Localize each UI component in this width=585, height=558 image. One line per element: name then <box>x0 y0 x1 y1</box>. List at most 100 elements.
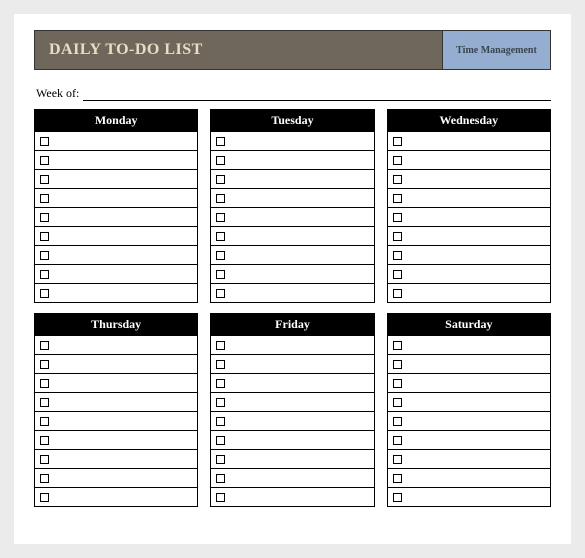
task-row[interactable] <box>388 354 550 373</box>
task-row[interactable] <box>211 150 373 169</box>
checkbox-icon[interactable] <box>40 232 49 241</box>
task-row[interactable] <box>388 335 550 354</box>
checkbox-icon[interactable] <box>393 213 402 222</box>
checkbox-icon[interactable] <box>40 341 49 350</box>
checkbox-icon[interactable] <box>40 156 49 165</box>
task-row[interactable] <box>211 487 373 506</box>
checkbox-icon[interactable] <box>40 455 49 464</box>
task-row[interactable] <box>35 468 197 487</box>
checkbox-icon[interactable] <box>216 194 225 203</box>
checkbox-icon[interactable] <box>393 417 402 426</box>
checkbox-icon[interactable] <box>216 156 225 165</box>
checkbox-icon[interactable] <box>393 251 402 260</box>
task-row[interactable] <box>388 226 550 245</box>
task-row[interactable] <box>388 245 550 264</box>
task-row[interactable] <box>35 335 197 354</box>
checkbox-icon[interactable] <box>393 436 402 445</box>
task-row[interactable] <box>35 264 197 283</box>
task-row[interactable] <box>35 207 197 226</box>
checkbox-icon[interactable] <box>393 398 402 407</box>
task-row[interactable] <box>388 150 550 169</box>
checkbox-icon[interactable] <box>40 213 49 222</box>
checkbox-icon[interactable] <box>216 137 225 146</box>
task-row[interactable] <box>35 487 197 506</box>
checkbox-icon[interactable] <box>393 360 402 369</box>
checkbox-icon[interactable] <box>40 194 49 203</box>
task-row[interactable] <box>211 430 373 449</box>
checkbox-icon[interactable] <box>393 137 402 146</box>
checkbox-icon[interactable] <box>40 417 49 426</box>
checkbox-icon[interactable] <box>40 493 49 502</box>
task-row[interactable] <box>388 188 550 207</box>
checkbox-icon[interactable] <box>393 341 402 350</box>
checkbox-icon[interactable] <box>216 360 225 369</box>
task-row[interactable] <box>388 207 550 226</box>
task-row[interactable] <box>35 430 197 449</box>
checkbox-icon[interactable] <box>393 493 402 502</box>
checkbox-icon[interactable] <box>216 289 225 298</box>
checkbox-icon[interactable] <box>40 270 49 279</box>
task-row[interactable] <box>35 245 197 264</box>
task-row[interactable] <box>388 411 550 430</box>
checkbox-icon[interactable] <box>216 417 225 426</box>
task-row[interactable] <box>35 283 197 302</box>
task-row[interactable] <box>211 245 373 264</box>
task-row[interactable] <box>388 283 550 302</box>
task-row[interactable] <box>35 449 197 468</box>
checkbox-icon[interactable] <box>40 137 49 146</box>
checkbox-icon[interactable] <box>216 455 225 464</box>
task-row[interactable] <box>211 264 373 283</box>
checkbox-icon[interactable] <box>40 398 49 407</box>
checkbox-icon[interactable] <box>216 379 225 388</box>
task-row[interactable] <box>35 169 197 188</box>
task-row[interactable] <box>211 188 373 207</box>
checkbox-icon[interactable] <box>40 379 49 388</box>
week-of-input-line[interactable] <box>83 89 551 101</box>
task-row[interactable] <box>211 131 373 150</box>
checkbox-icon[interactable] <box>393 194 402 203</box>
checkbox-icon[interactable] <box>40 251 49 260</box>
task-row[interactable] <box>388 131 550 150</box>
checkbox-icon[interactable] <box>40 474 49 483</box>
task-row[interactable] <box>211 335 373 354</box>
checkbox-icon[interactable] <box>216 493 225 502</box>
checkbox-icon[interactable] <box>216 436 225 445</box>
task-row[interactable] <box>388 487 550 506</box>
checkbox-icon[interactable] <box>216 213 225 222</box>
task-row[interactable] <box>388 430 550 449</box>
task-row[interactable] <box>211 354 373 373</box>
checkbox-icon[interactable] <box>216 232 225 241</box>
checkbox-icon[interactable] <box>393 379 402 388</box>
task-row[interactable] <box>388 169 550 188</box>
task-row[interactable] <box>211 411 373 430</box>
checkbox-icon[interactable] <box>40 175 49 184</box>
task-row[interactable] <box>388 468 550 487</box>
checkbox-icon[interactable] <box>393 289 402 298</box>
checkbox-icon[interactable] <box>40 360 49 369</box>
task-row[interactable] <box>211 283 373 302</box>
task-row[interactable] <box>35 188 197 207</box>
checkbox-icon[interactable] <box>216 175 225 184</box>
task-row[interactable] <box>35 354 197 373</box>
task-row[interactable] <box>35 411 197 430</box>
task-row[interactable] <box>35 131 197 150</box>
checkbox-icon[interactable] <box>393 175 402 184</box>
checkbox-icon[interactable] <box>393 156 402 165</box>
task-row[interactable] <box>35 373 197 392</box>
checkbox-icon[interactable] <box>216 398 225 407</box>
checkbox-icon[interactable] <box>40 289 49 298</box>
checkbox-icon[interactable] <box>216 270 225 279</box>
task-row[interactable] <box>35 392 197 411</box>
task-row[interactable] <box>388 264 550 283</box>
task-row[interactable] <box>388 392 550 411</box>
task-row[interactable] <box>211 449 373 468</box>
task-row[interactable] <box>211 226 373 245</box>
task-row[interactable] <box>388 449 550 468</box>
checkbox-icon[interactable] <box>216 474 225 483</box>
checkbox-icon[interactable] <box>216 341 225 350</box>
checkbox-icon[interactable] <box>40 436 49 445</box>
task-row[interactable] <box>35 226 197 245</box>
checkbox-icon[interactable] <box>393 232 402 241</box>
task-row[interactable] <box>388 373 550 392</box>
task-row[interactable] <box>211 169 373 188</box>
